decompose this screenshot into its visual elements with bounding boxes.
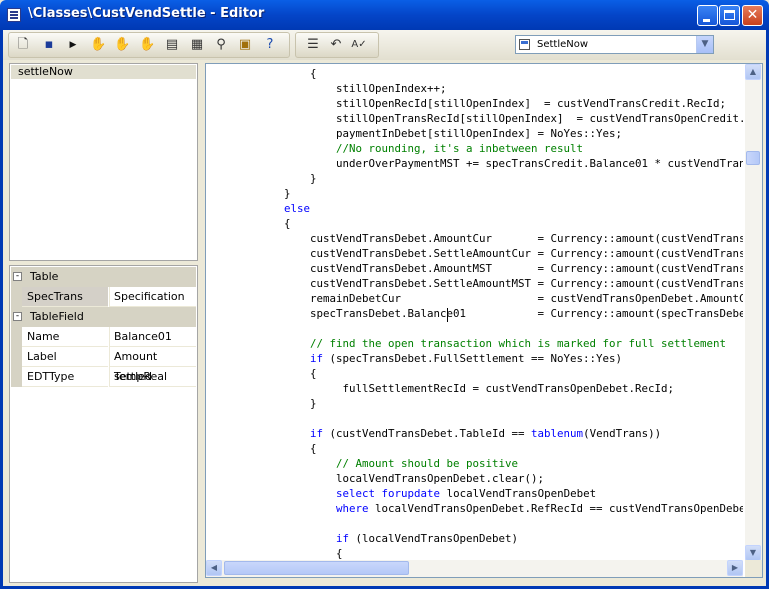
- code-line[interactable]: paymentInDebet[stillOpenIndex] = NoYes::…: [206, 126, 622, 141]
- code-line[interactable]: stillOpenIndex++;: [206, 81, 447, 96]
- code-line[interactable]: if (custVendTransDebet.TableId == tablen…: [206, 426, 661, 441]
- code-line[interactable]: //No rounding, it's a inbetween result: [206, 141, 583, 156]
- text-caret: [447, 308, 448, 322]
- code-line[interactable]: custVendTransDebet.SettleAmountCur = Cur…: [206, 246, 743, 261]
- property-gutter: [11, 367, 22, 387]
- code-line[interactable]: }: [206, 186, 291, 201]
- editor-window-icon: [7, 8, 21, 22]
- code-line[interactable]: where localVendTransOpenDebet.RefRecId =…: [206, 501, 743, 516]
- properties-panel: - Table SpecTrans Specification - TableF…: [9, 265, 198, 583]
- property-name: Name: [22, 327, 108, 347]
- code-line[interactable]: {: [206, 441, 317, 456]
- undo-indent-icon[interactable]: ↶: [328, 37, 344, 53]
- code-line[interactable]: underOverPaymentMST += specTransCredit.B…: [206, 156, 743, 171]
- close-button[interactable]: ✕: [742, 5, 763, 26]
- code-line[interactable]: specTransDebet.Balance01 = Currency::amo…: [206, 306, 743, 321]
- chevron-down-icon[interactable]: ▼: [696, 36, 713, 53]
- step-hand-icon[interactable]: ✋: [114, 37, 130, 53]
- properties-icon[interactable]: ▤: [164, 37, 180, 53]
- property-row[interactable]: SpecTrans Specification: [11, 287, 196, 307]
- scroll-left-button[interactable]: ◀: [206, 560, 222, 576]
- code-line[interactable]: custVendTransDebet.SettleAmountMST = Cur…: [206, 276, 743, 291]
- code-line[interactable]: else: [206, 201, 310, 216]
- property-name: Label: [22, 347, 108, 367]
- code-line[interactable]: fullSettlementRecId = custVendTransOpenD…: [206, 381, 675, 396]
- code-line[interactable]: stillOpenTransRecId[stillOpenIndex] = cu…: [206, 111, 743, 126]
- code-line[interactable]: custVendTransDebet.AmountCur = Currency:…: [206, 231, 743, 246]
- property-category-tablefield[interactable]: - TableField: [11, 307, 196, 327]
- code-line[interactable]: }: [206, 171, 317, 186]
- horizontal-scroll-thumb[interactable]: [224, 561, 409, 575]
- toolbar: 🗋 ▪ ▶ ✋ ✋ ✋ ▤ ▦ ⚲ ▣ ? ☰ ↶ A✓ SettleNow ▼: [3, 30, 766, 60]
- horizontal-scrollbar[interactable]: ◀ ▶: [206, 560, 743, 577]
- run-icon[interactable]: ▶: [65, 37, 81, 53]
- lookup-icon[interactable]: ▦: [189, 37, 205, 53]
- method-list-item[interactable]: settleNow: [11, 65, 196, 79]
- help-icon[interactable]: ?: [262, 37, 278, 53]
- code-line[interactable]: {: [206, 366, 317, 381]
- code-line[interactable]: }: [206, 396, 317, 411]
- code-line[interactable]: if (localVendTransOpenDebet): [206, 531, 518, 546]
- code-line[interactable]: localVendTransOpenDebet.clear();: [206, 471, 544, 486]
- indent-icon[interactable]: ☰: [305, 37, 321, 53]
- code-line[interactable]: {: [206, 216, 291, 231]
- property-gutter: [11, 287, 22, 307]
- title-bar[interactable]: \Classes\CustVendSettle - Editor ✕: [0, 0, 769, 30]
- property-row[interactable]: Name Balance01: [11, 327, 196, 347]
- code-line[interactable]: remainDebetCur = custVendTransOpenDebet.…: [206, 291, 743, 306]
- code-line[interactable]: select forupdate localVendTransOpenDebet: [206, 486, 596, 501]
- toolbar-group-main: 🗋 ▪ ▶ ✋ ✋ ✋ ▤ ▦ ⚲ ▣ ?: [8, 32, 290, 58]
- property-value[interactable]: TempReal: [109, 367, 196, 387]
- method-list: settleNow: [9, 63, 198, 261]
- scroll-up-button[interactable]: ▲: [745, 64, 761, 80]
- new-document-icon[interactable]: 🗋: [15, 37, 31, 53]
- method-combo[interactable]: SettleNow ▼: [515, 35, 714, 54]
- scroll-right-button[interactable]: ▶: [727, 560, 743, 576]
- property-name: SpecTrans: [22, 287, 108, 307]
- code-area[interactable]: { stillOpenIndex++; stillOpenRecId[still…: [206, 64, 743, 561]
- collapse-icon[interactable]: -: [13, 312, 22, 321]
- breakpoint-hand-icon[interactable]: ✋: [90, 37, 106, 53]
- collapse-icon[interactable]: -: [13, 272, 22, 281]
- property-name: EDTType: [22, 367, 108, 387]
- scroll-corner: [745, 560, 762, 577]
- method-icon: [519, 39, 530, 50]
- method-combo-value: SettleNow: [537, 39, 589, 50]
- property-value[interactable]: Amount settled: [109, 347, 196, 383]
- vertical-scrollbar[interactable]: ▲ ▼: [745, 64, 762, 561]
- minimize-button[interactable]: [697, 5, 718, 26]
- property-category-label: TableField: [25, 307, 195, 327]
- scroll-down-button[interactable]: ▼: [745, 545, 761, 561]
- spellcheck-icon[interactable]: A✓: [351, 37, 367, 53]
- property-value[interactable]: Balance01: [109, 327, 196, 347]
- code-line[interactable]: {: [206, 546, 343, 561]
- property-category-table[interactable]: - Table: [11, 267, 196, 287]
- code-line[interactable]: // find the open transaction which is ma…: [206, 336, 726, 351]
- remove-breakpoints-icon[interactable]: ✋: [139, 37, 155, 53]
- property-value[interactable]: Specification: [109, 287, 196, 307]
- property-row[interactable]: EDTType TempReal: [11, 367, 196, 387]
- code-line[interactable]: custVendTransDebet.AmountMST = Currency:…: [206, 261, 743, 276]
- vertical-scroll-thumb[interactable]: [746, 151, 760, 165]
- code-editor[interactable]: { stillOpenIndex++; stillOpenRecId[still…: [205, 63, 763, 578]
- code-line[interactable]: {: [206, 66, 317, 81]
- property-category-label: Table: [25, 267, 195, 287]
- window-title: \Classes\CustVendSettle - Editor: [28, 6, 265, 21]
- toolbar-group-edit: ☰ ↶ A✓: [295, 32, 379, 58]
- save-icon[interactable]: ▪: [41, 37, 57, 53]
- code-line[interactable]: if (specTransDebet.FullSettlement == NoY…: [206, 351, 622, 366]
- property-row[interactable]: Label Amount settled: [11, 347, 196, 383]
- code-line[interactable]: // Amount should be positive: [206, 456, 518, 471]
- compile-icon[interactable]: ▣: [237, 37, 253, 53]
- maximize-button[interactable]: [719, 5, 740, 26]
- property-gutter: [11, 327, 22, 347]
- property-gutter: [11, 347, 22, 367]
- code-line[interactable]: stillOpenRecId[stillOpenIndex] = custVen…: [206, 96, 726, 111]
- find-icon[interactable]: ⚲: [213, 37, 229, 53]
